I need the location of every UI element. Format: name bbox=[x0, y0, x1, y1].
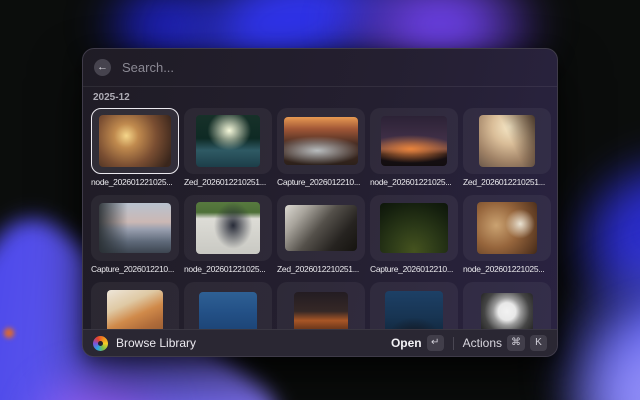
photo-image bbox=[479, 115, 535, 167]
photo-item: Zed_2026012210251... bbox=[184, 108, 272, 189]
photo-thumbnail[interactable] bbox=[277, 108, 365, 174]
footer-bar: Browse Library Open ↵ Actions ⌘ K bbox=[83, 329, 557, 356]
photo-item bbox=[370, 282, 458, 331]
photo-image bbox=[99, 203, 171, 253]
photo-image bbox=[196, 202, 260, 254]
photo-thumbnail[interactable] bbox=[277, 282, 365, 331]
photo-item: Capture_2026012210... bbox=[370, 195, 458, 276]
photo-image bbox=[385, 291, 443, 331]
open-label: Open bbox=[391, 336, 422, 350]
photo-filename: node_202601221025... bbox=[370, 176, 464, 189]
source-label: Browse Library bbox=[116, 336, 196, 350]
photo-image bbox=[107, 290, 163, 331]
photo-thumbnail[interactable] bbox=[184, 195, 272, 261]
photo-thumbnail[interactable] bbox=[184, 282, 272, 331]
photo-thumbnail[interactable] bbox=[370, 282, 458, 331]
footer-divider bbox=[453, 337, 454, 350]
photo-item bbox=[184, 282, 272, 331]
photo-filename: Zed_2026012210251... bbox=[277, 263, 371, 276]
photo-filename: node_202601221025... bbox=[463, 263, 557, 276]
photo-item bbox=[91, 282, 179, 331]
photo-image bbox=[99, 115, 171, 167]
photo-grid: node_202601221025... Zed_2026012210251..… bbox=[91, 108, 549, 331]
photo-item bbox=[463, 282, 551, 331]
photo-item: node_202601221025... bbox=[370, 108, 458, 189]
photo-image bbox=[380, 203, 448, 253]
photo-filename: Zed_2026012210251... bbox=[463, 176, 557, 189]
photo-image bbox=[381, 116, 447, 166]
photo-thumbnail[interactable] bbox=[463, 282, 551, 331]
photo-filename: node_202601221025... bbox=[184, 263, 278, 276]
photo-image bbox=[294, 292, 348, 331]
photo-item: node_202601221025... bbox=[184, 195, 272, 276]
photo-item: Capture_2026012210... bbox=[277, 108, 365, 189]
photo-image bbox=[284, 117, 358, 165]
color-wheel-icon bbox=[93, 336, 108, 351]
open-button[interactable]: Open ↵ bbox=[391, 335, 444, 351]
back-button[interactable]: ← bbox=[94, 59, 111, 76]
photo-filename: Capture_2026012210... bbox=[91, 263, 185, 276]
results-area: 2025-12 node_202601221025... Zed_2026012… bbox=[83, 87, 557, 331]
wallpaper-shape bbox=[560, 300, 640, 400]
wallpaper-shape bbox=[2, 326, 16, 340]
photo-image bbox=[199, 292, 257, 331]
photo-thumbnail[interactable] bbox=[184, 108, 272, 174]
photo-thumbnail-selected[interactable] bbox=[91, 108, 179, 174]
section-header: 2025-12 bbox=[93, 92, 549, 104]
photo-filename: Zed_2026012210251... bbox=[184, 176, 278, 189]
photo-image bbox=[477, 202, 537, 254]
photo-thumbnail[interactable] bbox=[370, 195, 458, 261]
search-bar: ← bbox=[83, 49, 557, 87]
command-keycap: ⌘ bbox=[507, 335, 525, 351]
photo-thumbnail[interactable] bbox=[91, 195, 179, 261]
photo-filename: node_202601221025... bbox=[91, 176, 185, 189]
photo-item: Zed_2026012210251... bbox=[463, 108, 551, 189]
wallpaper-shape bbox=[20, 360, 180, 400]
photo-thumbnail[interactable] bbox=[463, 195, 551, 261]
photo-item: node_202601221025... bbox=[91, 108, 179, 189]
photo-filename: Capture_2026012210... bbox=[370, 263, 464, 276]
photo-image bbox=[196, 115, 260, 167]
photo-thumbnail[interactable] bbox=[370, 108, 458, 174]
media-browser-window: ← 2025-12 node_202601221025... Zed_20260… bbox=[82, 48, 558, 357]
source-indicator: Browse Library bbox=[93, 336, 196, 351]
search-input[interactable] bbox=[120, 59, 546, 76]
photo-item: Zed_2026012210251... bbox=[277, 195, 365, 276]
k-keycap: K bbox=[530, 335, 547, 351]
photo-item: Capture_2026012210... bbox=[91, 195, 179, 276]
photo-thumbnail[interactable] bbox=[277, 195, 365, 261]
photo-image bbox=[481, 293, 533, 331]
actions-label: Actions bbox=[463, 336, 502, 350]
photo-item bbox=[277, 282, 365, 331]
arrow-left-icon: ← bbox=[97, 59, 108, 76]
photo-image bbox=[285, 205, 357, 251]
footer-actions: Open ↵ Actions ⌘ K bbox=[391, 335, 547, 351]
photo-thumbnail[interactable] bbox=[91, 282, 179, 331]
actions-button[interactable]: Actions ⌘ K bbox=[463, 335, 547, 351]
photo-thumbnail[interactable] bbox=[463, 108, 551, 174]
photo-item: node_202601221025... bbox=[463, 195, 551, 276]
photo-filename: Capture_2026012210... bbox=[277, 176, 371, 189]
return-keycap: ↵ bbox=[427, 335, 444, 351]
